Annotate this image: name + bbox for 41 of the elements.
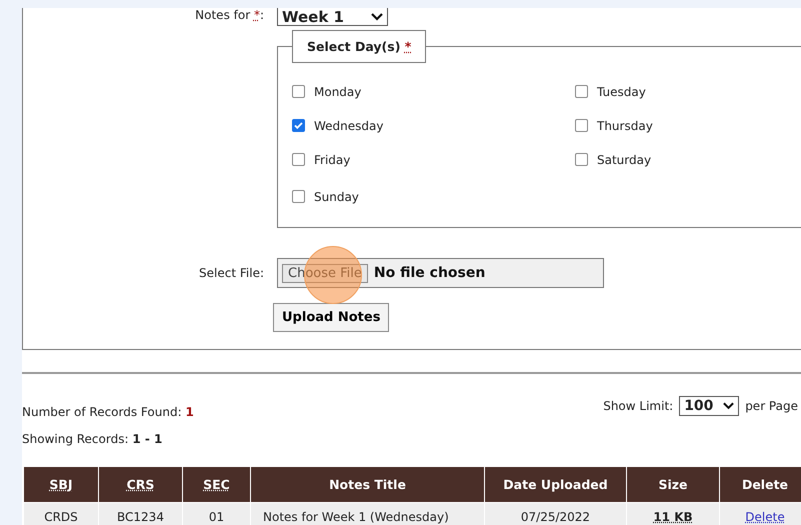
column-header: Notes Title xyxy=(251,467,484,502)
column-header: SEC xyxy=(183,467,250,502)
day-checkbox[interactable] xyxy=(292,85,305,98)
day-label: Tuesday xyxy=(597,84,646,98)
days-legend: Select Day(s) * xyxy=(292,30,426,63)
table-cell: CRDS xyxy=(24,503,98,525)
day-label: Thursday xyxy=(597,118,653,132)
records-found-text: Number of Records Found: 1 xyxy=(22,405,194,419)
column-header: Date Uploaded xyxy=(485,467,626,502)
column-header: SBJ xyxy=(24,467,98,502)
table-cell: Notes for Week 1 (Wednesday) xyxy=(251,503,484,525)
day-checkbox[interactable] xyxy=(292,119,305,132)
day-label: Wednesday xyxy=(314,118,384,132)
table-cell: 01 xyxy=(183,503,250,525)
column-header: Delete xyxy=(720,467,801,502)
day-checkbox[interactable] xyxy=(575,119,588,132)
per-page-label: per Page xyxy=(745,399,798,413)
show-limit-label: Show Limit: xyxy=(603,399,674,413)
day-label: Sunday xyxy=(314,190,359,204)
week-select[interactable]: Week 1 xyxy=(277,8,388,26)
day-checkbox[interactable] xyxy=(292,153,305,166)
select-file-label: Select File: xyxy=(199,266,264,280)
delete-link[interactable]: Delete xyxy=(720,503,801,525)
column-header: Size xyxy=(627,467,719,502)
showing-records-text: Showing Records: 1 - 1 xyxy=(22,432,164,446)
day-label: Friday xyxy=(314,152,350,166)
chevron-down-icon xyxy=(371,12,383,20)
day-label: Saturday xyxy=(597,152,652,166)
table-cell: 07/25/2022 xyxy=(485,503,626,525)
upload-notes-button[interactable]: Upload Notes xyxy=(273,303,390,332)
day-checkbox[interactable] xyxy=(575,85,588,98)
day-checkbox[interactable] xyxy=(292,190,305,203)
limit-select[interactable]: 100 xyxy=(679,396,740,416)
chevron-down-icon xyxy=(723,402,734,410)
table-cell: 11 KB xyxy=(627,503,719,525)
file-status: No file chosen xyxy=(374,265,486,281)
day-checkbox[interactable] xyxy=(575,153,588,166)
column-header: CRS xyxy=(99,467,182,502)
day-label: Monday xyxy=(314,84,362,98)
notes-for-label: Notes for *: xyxy=(195,8,264,22)
table-cell: BC1234 xyxy=(99,503,182,525)
